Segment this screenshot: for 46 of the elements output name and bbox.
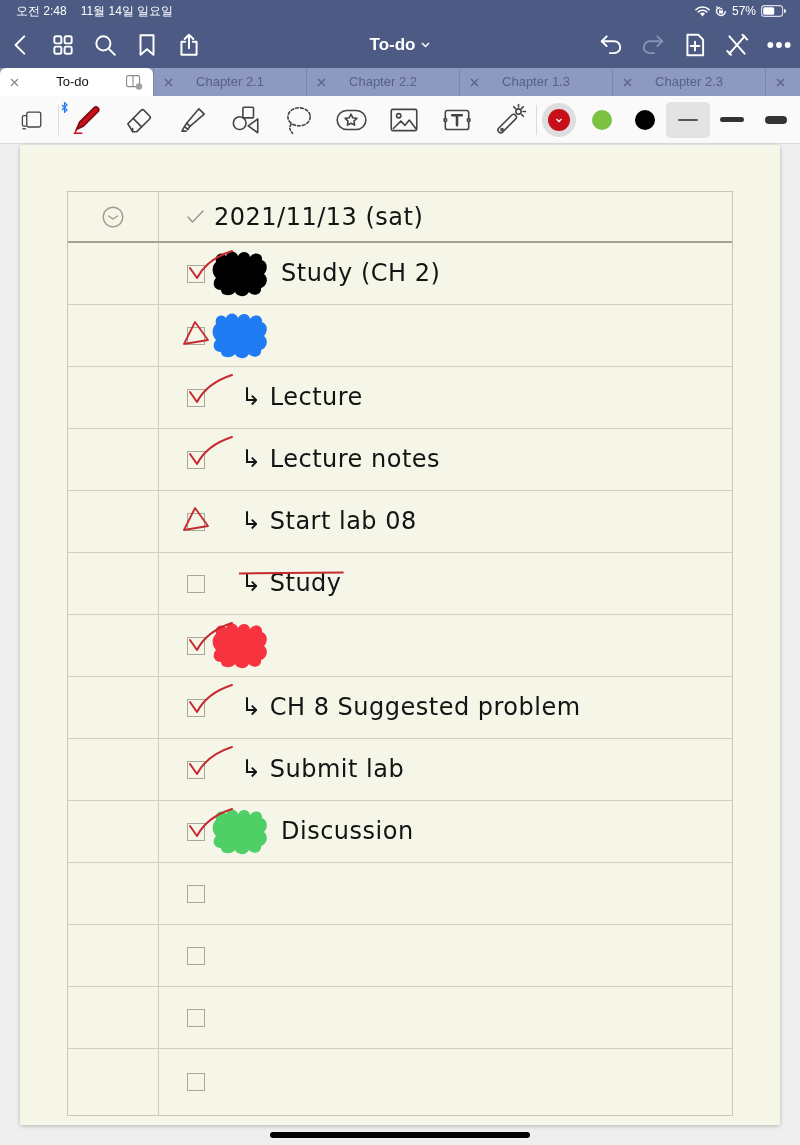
checkbox[interactable] <box>187 806 234 841</box>
status-time: 오전 2:48 <box>16 3 67 20</box>
date-heading: 2021/11/13 (sat) <box>214 201 424 233</box>
bluetooth-icon <box>61 101 68 113</box>
checkbox[interactable] <box>187 372 234 407</box>
cross-icon[interactable] <box>724 32 750 58</box>
line-width-icon[interactable] <box>666 101 710 138</box>
wifi-icon <box>694 5 710 17</box>
grid-icon[interactable] <box>50 32 76 58</box>
checkbox[interactable] <box>187 248 234 283</box>
close-icon[interactable] <box>10 77 19 87</box>
line-width-icon[interactable] <box>720 117 744 122</box>
checkbox[interactable] <box>182 319 210 346</box>
task-text: ↳ CH 8 Suggested problem <box>241 693 581 722</box>
document-title-button[interactable]: To-do <box>365 30 435 60</box>
task-text: ↳ Submit lab <box>241 755 405 784</box>
battery-percent: 57% <box>731 3 756 20</box>
battery-icon <box>761 5 786 17</box>
split-view-icon[interactable] <box>126 74 143 90</box>
checkbox[interactable] <box>187 574 205 593</box>
document-tab[interactable]: To-do <box>0 68 153 96</box>
rotation-lock-icon <box>714 5 727 17</box>
checkbox[interactable] <box>187 620 234 655</box>
checkbox[interactable] <box>187 946 205 965</box>
task-text: ↳ Study <box>241 569 342 598</box>
line-width-icon[interactable] <box>765 115 787 124</box>
task-text: ↳ Lecture <box>241 383 363 412</box>
checkbox[interactable] <box>187 1008 205 1027</box>
color-swatch-icon[interactable] <box>540 101 577 138</box>
checkbox[interactable] <box>182 505 210 532</box>
task-text: ↳ Start lab 08 <box>241 507 417 536</box>
clock-icon <box>102 205 124 228</box>
chevron-down-icon <box>421 42 431 48</box>
checkbox[interactable] <box>187 744 234 779</box>
checkbox[interactable] <box>187 682 234 717</box>
checkbox[interactable] <box>187 884 205 903</box>
task-text: ↳ Lecture notes <box>241 445 441 474</box>
checkmark-icon <box>187 210 204 223</box>
color-swatch-icon[interactable] <box>591 109 612 130</box>
search-icon[interactable] <box>92 32 118 58</box>
task-text: Study (CH 2) <box>281 259 441 288</box>
color-swatch-icon[interactable] <box>634 109 655 130</box>
task-text: Discussion <box>281 817 414 846</box>
checkbox[interactable] <box>187 434 234 469</box>
status-date: 11월 14일 일요일 <box>80 3 174 20</box>
checkbox[interactable] <box>187 1073 205 1091</box>
